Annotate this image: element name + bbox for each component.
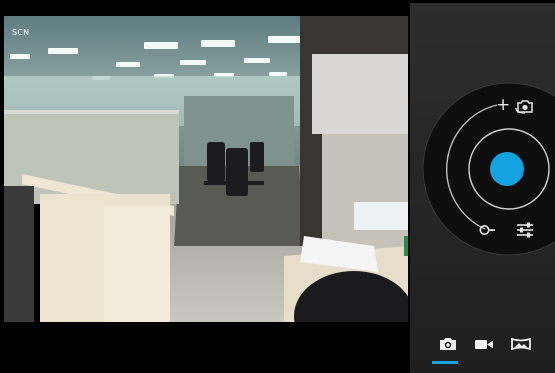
settings-sliders-icon[interactable] [515, 221, 535, 239]
shutter-button[interactable] [490, 152, 524, 186]
viewfinder-preview-image [4, 16, 408, 322]
exposure-knob-icon[interactable] [479, 222, 495, 238]
scene-mode-label[interactable]: SCN [12, 28, 29, 37]
camera-viewfinder[interactable] [4, 16, 408, 322]
panorama-icon[interactable] [510, 335, 532, 353]
camera-app: SCN + [0, 0, 555, 373]
zoom-in-icon[interactable]: + [496, 97, 510, 114]
camera-icon[interactable] [437, 335, 459, 353]
switch-camera-icon[interactable] [515, 99, 535, 115]
mode-bar [410, 327, 555, 367]
video-icon[interactable] [473, 335, 495, 353]
selected-mode-indicator [432, 361, 458, 364]
